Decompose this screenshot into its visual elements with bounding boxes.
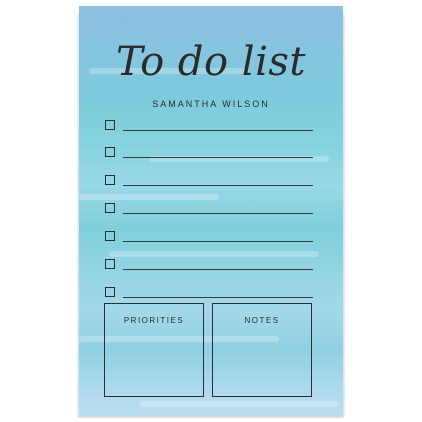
checkbox[interactable]: [105, 259, 115, 269]
writing-line: [123, 297, 313, 298]
checkbox[interactable]: [105, 287, 115, 297]
sticky-note-pad: To do list SAMANTHA WILSON PRIORITIES NO…: [79, 6, 343, 416]
watercolor-streak: [109, 251, 319, 257]
checklist-row: [105, 175, 315, 189]
checklist-row: [105, 231, 315, 245]
checklist-row: [105, 120, 315, 134]
writing-line: [123, 241, 313, 242]
checkbox[interactable]: [105, 175, 115, 185]
pad-title: To do list: [116, 39, 306, 85]
watercolor-streak: [79, 194, 219, 200]
notes-label: NOTES: [244, 316, 280, 325]
notes-box[interactable]: NOTES: [212, 303, 312, 397]
writing-line: [123, 269, 313, 270]
priorities-label: PRIORITIES: [123, 316, 185, 325]
checklist-row: [105, 259, 315, 273]
writing-line: [123, 185, 313, 186]
checkbox[interactable]: [105, 120, 115, 130]
checkbox[interactable]: [105, 147, 115, 157]
owner-name: SAMANTHA WILSON: [152, 99, 270, 109]
writing-line: [123, 130, 313, 131]
writing-line: [123, 213, 313, 214]
product-canvas: To do list SAMANTHA WILSON PRIORITIES NO…: [0, 0, 422, 422]
priorities-box[interactable]: PRIORITIES: [104, 303, 204, 397]
checklist-row: [105, 147, 315, 161]
checklist-row: [105, 287, 315, 301]
checkbox[interactable]: [105, 231, 115, 241]
checklist-row: [105, 203, 315, 217]
checkbox[interactable]: [105, 203, 115, 213]
writing-line: [123, 157, 313, 158]
watercolor-streak: [139, 401, 339, 407]
